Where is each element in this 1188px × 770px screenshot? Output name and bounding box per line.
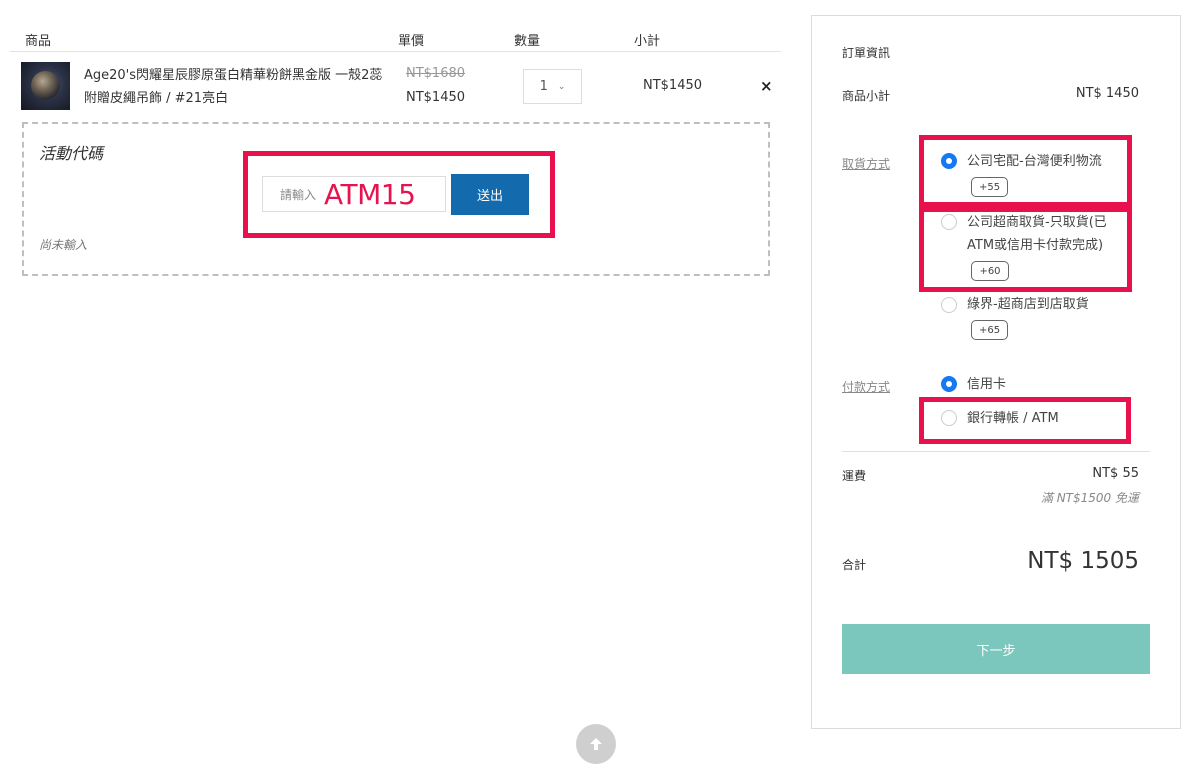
- item-subtotal: NT$1450: [643, 78, 703, 93]
- promo-status: 尚未輸入: [39, 238, 88, 252]
- scroll-to-top-button[interactable]: [576, 724, 616, 764]
- promo-code-value: ATM15: [324, 177, 416, 211]
- product-thumbnail[interactable]: [21, 62, 70, 110]
- shipping-option-store-pickup-line1[interactable]: 公司超商取貨-只取貨(已: [967, 211, 1107, 234]
- shipping-option-home-delivery[interactable]: 公司宅配-台灣便利物流: [967, 150, 1102, 173]
- order-summary-panel: [811, 15, 1181, 729]
- radio-shipping-ecpay[interactable]: [941, 297, 957, 313]
- payment-option-credit-card[interactable]: 信用卡: [967, 373, 1006, 396]
- fee-badge-home-delivery: +55: [971, 177, 1008, 197]
- promo-code-input[interactable]: 請輸入 ATM15: [262, 176, 446, 212]
- radio-payment-credit-card[interactable]: [941, 376, 957, 392]
- arrow-up-icon: [590, 738, 602, 750]
- shipping-method-label[interactable]: 取貨方式: [842, 155, 890, 172]
- quantity-select[interactable]: 1 ⌄: [523, 69, 582, 104]
- next-step-button[interactable]: 下一步: [842, 624, 1150, 674]
- table-header-divider: [10, 51, 781, 52]
- radio-payment-atm[interactable]: [941, 410, 957, 426]
- remove-item-button[interactable]: ×: [760, 77, 773, 95]
- fee-badge-store-pickup: +60: [971, 261, 1009, 281]
- total-label: 合計: [842, 558, 867, 572]
- shipping-fee-label: 運費: [842, 469, 867, 483]
- free-shipping-note: 滿 NT$1500 免運: [1040, 491, 1139, 505]
- promo-placeholder: 請輸入: [280, 187, 317, 202]
- product-name[interactable]: Age20's閃耀星辰膠原蛋白精華粉餅黑金版 一殼2蕊附贈皮繩吊飾 / #21亮…: [84, 64, 384, 110]
- shipping-option-ecpay[interactable]: 綠界-超商店到店取貨: [967, 293, 1089, 316]
- close-icon: ×: [760, 77, 773, 95]
- header-subtotal: 小計: [634, 34, 661, 49]
- quantity-value: 1: [539, 79, 548, 94]
- header-quantity: 數量: [514, 34, 541, 49]
- payment-method-label[interactable]: 付款方式: [842, 378, 890, 395]
- fee-badge-ecpay: +65: [971, 320, 1008, 340]
- shipping-fee-value: NT$ 55: [1092, 466, 1139, 481]
- shipping-option-store-pickup-line2[interactable]: ATM或信用卡付款完成): [967, 234, 1103, 257]
- summary-title: 訂單資訊: [842, 46, 891, 60]
- sale-price: NT$1450: [406, 90, 466, 105]
- total-value: NT$ 1505: [1027, 548, 1139, 574]
- product-subtotal-label: 商品小計: [842, 89, 891, 103]
- chevron-down-icon: ⌄: [557, 81, 566, 92]
- promo-title: 活動代碼: [39, 144, 104, 163]
- radio-shipping-store-pickup[interactable]: [941, 214, 957, 230]
- payment-option-atm[interactable]: 銀行轉帳 / ATM: [967, 407, 1059, 430]
- summary-divider: [842, 451, 1150, 452]
- product-subtotal-value: NT$ 1450: [1075, 86, 1139, 101]
- promo-submit-button[interactable]: 送出: [451, 174, 529, 215]
- header-product: 商品: [25, 34, 52, 49]
- header-unit-price: 單價: [398, 34, 425, 49]
- original-price: NT$1680: [406, 66, 466, 81]
- radio-shipping-home-delivery[interactable]: [941, 153, 957, 169]
